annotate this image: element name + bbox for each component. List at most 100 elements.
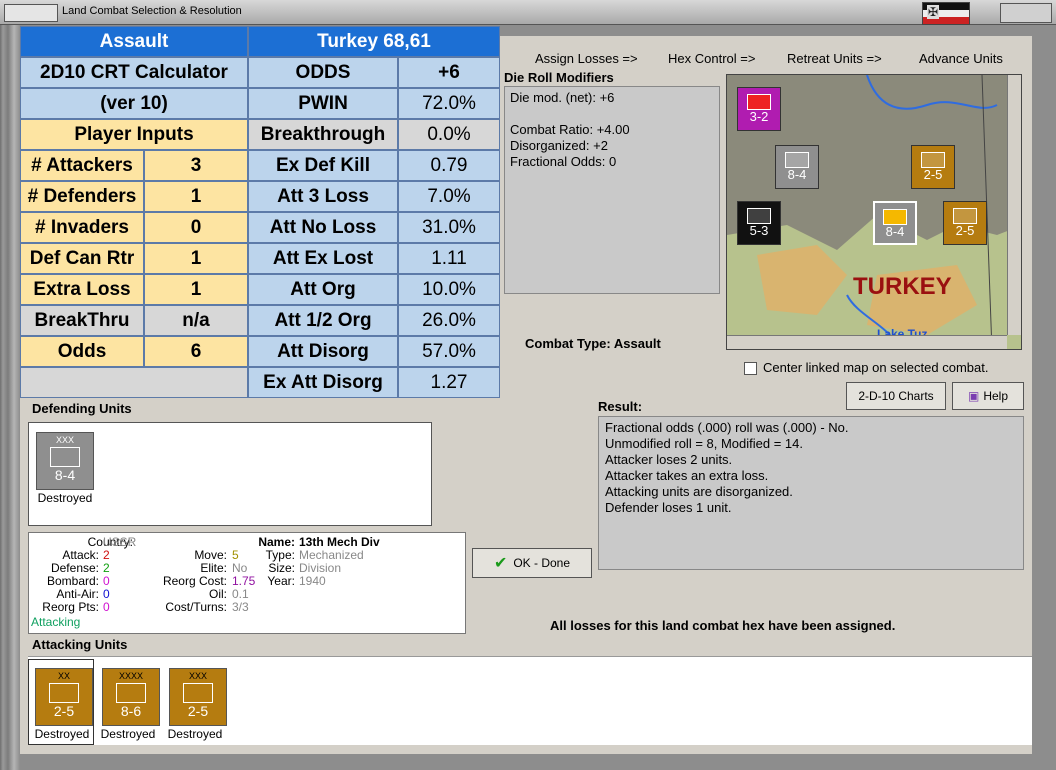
attacking-unit-counter[interactable]: XXXX 8-6: [102, 668, 160, 726]
map-unit-strength: 8-4: [787, 167, 807, 182]
crt-input-value[interactable]: 6: [144, 336, 248, 367]
map-horizontal-scrollbar[interactable]: [727, 335, 1007, 349]
map-unit-counter[interactable]: 5-3: [737, 201, 781, 245]
map-unit-strength: 8-4: [885, 224, 905, 239]
crt-output-value: 1.11: [398, 243, 500, 274]
defending-units-panel: XXX 8-4 Destroyed: [28, 422, 432, 526]
crt-output-value: 7.0%: [398, 181, 500, 212]
combat-type-value: Assault: [613, 336, 661, 351]
ok-done-label: OK - Done: [513, 556, 571, 570]
map-vertical-scrollbar[interactable]: [1007, 75, 1021, 335]
crt-output-value: 57.0%: [398, 336, 500, 367]
crt-input-label: Odds: [20, 336, 144, 367]
selected-map-unit-counter[interactable]: 8-4: [873, 201, 917, 245]
retreat-units-link[interactable]: Retreat Units =>: [787, 51, 882, 66]
result-panel: Fractional odds (.000) roll was (.000) -…: [598, 416, 1024, 570]
attacking-units-panel: XX 2-5 Destroyed XXXX 8-6 Destroyed XXX …: [28, 656, 1032, 745]
unit-strength: 2-5: [187, 703, 209, 719]
map-unit-strength: 2-5: [955, 223, 975, 238]
help-book-icon: ▣: [967, 389, 980, 403]
reorgpts-value: 0: [103, 600, 110, 614]
drm-panel: Die mod. (net): +6 Combat Ratio: +4.00 D…: [504, 86, 720, 294]
result-line: Defender loses 1 unit.: [605, 500, 732, 515]
crt-output-label: PWIN: [248, 88, 398, 119]
cavalry-icon: [183, 683, 213, 703]
defending-unit-status: Destroyed: [37, 491, 93, 505]
crt-output-value: +6: [398, 57, 500, 88]
crt-input-value[interactable]: 1: [144, 243, 248, 274]
result-line: Attacking units are disorganized.: [605, 484, 793, 499]
unit-strength: 8-4: [54, 467, 76, 483]
map-unit-strength: 5-3: [749, 223, 769, 238]
linked-map[interactable]: 3-2 8-4 2-5 5-3 8-4 2-5 TURKEY Lake Tuz: [726, 74, 1022, 350]
crt-input-value[interactable]: n/a: [144, 305, 248, 336]
crt-input-value[interactable]: 3: [144, 150, 248, 181]
crt-output-label: Breakthrough: [248, 119, 398, 150]
unit-size: XXX: [188, 671, 207, 681]
infantry-icon: [50, 447, 80, 467]
result-line: Attacker loses 2 units.: [605, 452, 733, 467]
system-menu-button[interactable]: [4, 4, 58, 22]
crt-input-label: Extra Loss: [20, 274, 144, 305]
checkmark-icon: ✔: [493, 555, 508, 572]
hex-control-link[interactable]: Hex Control =>: [668, 51, 755, 66]
map-unit-strength: 3-2: [749, 109, 769, 124]
drm-header: Die Roll Modifiers: [504, 70, 614, 85]
crt-input-label: # Attackers: [20, 150, 144, 181]
costturns-label: Cost/Turns:: [165, 600, 227, 614]
crt-output-label: Ex Att Disorg: [248, 367, 398, 398]
year-value: 1940: [299, 574, 326, 588]
advance-units-link[interactable]: Advance Units: [919, 51, 1003, 66]
crt-output-label: Att 3 Loss: [248, 181, 398, 212]
crt-calculator: Assault Turkey 68,61 2D10 CRT Calculator…: [20, 26, 500, 398]
crt-output-label: Att 1/2 Org: [248, 305, 398, 336]
crt-calc-title: 2D10 CRT Calculator: [20, 57, 248, 88]
crt-output-value: 26.0%: [398, 305, 500, 336]
crt-output-label: Att Org: [248, 274, 398, 305]
crt-input-value[interactable]: 0: [144, 212, 248, 243]
map-unit-counter[interactable]: 8-4: [775, 145, 819, 189]
crt-output-label: Ex Def Kill: [248, 150, 398, 181]
help-label: Help: [983, 389, 1009, 403]
crt-input-label: # Invaders: [20, 212, 144, 243]
attacking-unit-counter[interactable]: XX 2-5: [35, 668, 93, 726]
attacking-unit-counter[interactable]: XXX 2-5: [169, 668, 227, 726]
year-label: Year:: [267, 574, 295, 588]
assign-losses-link[interactable]: Assign Losses =>: [535, 51, 638, 66]
crt-output-value: 1.27: [398, 367, 500, 398]
map-unit-counter[interactable]: 2-5: [911, 145, 955, 189]
defending-unit-counter[interactable]: XXX 8-4: [36, 432, 94, 490]
crt-input-value[interactable]: 1: [144, 181, 248, 212]
center-map-checkbox[interactable]: [744, 362, 757, 375]
crt-input-label: BreakThru: [20, 305, 144, 336]
map-unit-counter[interactable]: 3-2: [737, 87, 781, 131]
crt-input-label: Def Can Rtr: [20, 243, 144, 274]
crt-output-value: 0.0%: [398, 119, 500, 150]
phase-toolbar: Assign Losses => Hex Control => Retreat …: [500, 48, 1032, 70]
crt-output-label: Att No Loss: [248, 212, 398, 243]
unit-info-panel: Country: USSR Attack: 2 Defense: 2 Bomba…: [28, 532, 466, 634]
german-flag-icon: ✠: [922, 2, 970, 25]
ok-done-button[interactable]: ✔ OK - Done: [472, 548, 592, 578]
crt-output-value: 72.0%: [398, 88, 500, 119]
result-line: Unmodified roll = 8, Modified = 14.: [605, 436, 803, 451]
close-button[interactable]: [1000, 3, 1052, 23]
crt-input-label: # Defenders: [20, 181, 144, 212]
map-unit-strength: 2-5: [923, 167, 943, 182]
help-button[interactable]: ▣ Help: [952, 382, 1024, 410]
drm-fractional: Fractional Odds: 0: [510, 154, 617, 169]
title-bar: Land Combat Selection & Resolution ✠: [0, 0, 1056, 25]
reorgpts-label: Reorg Pts:: [42, 600, 99, 614]
attacking-unit-status: Destroyed: [167, 727, 223, 741]
unit-status: Attacking: [31, 615, 81, 629]
drm-combat-ratio: Combat Ratio: +4.00: [510, 122, 630, 137]
result-line: Fractional odds (.000) roll was (.000) -…: [605, 420, 849, 435]
player-inputs-header: Player Inputs: [20, 119, 248, 150]
defending-units-header: Defending Units: [32, 401, 132, 416]
charts-button[interactable]: 2-D-10 Charts: [846, 382, 946, 410]
crt-input-value[interactable]: 1: [144, 274, 248, 305]
crt-title: Assault: [20, 26, 248, 57]
drm-disorganized: Disorganized: +2: [510, 138, 608, 153]
combat-type: Combat Type: Assault: [525, 336, 661, 351]
map-unit-counter[interactable]: 2-5: [943, 201, 987, 245]
